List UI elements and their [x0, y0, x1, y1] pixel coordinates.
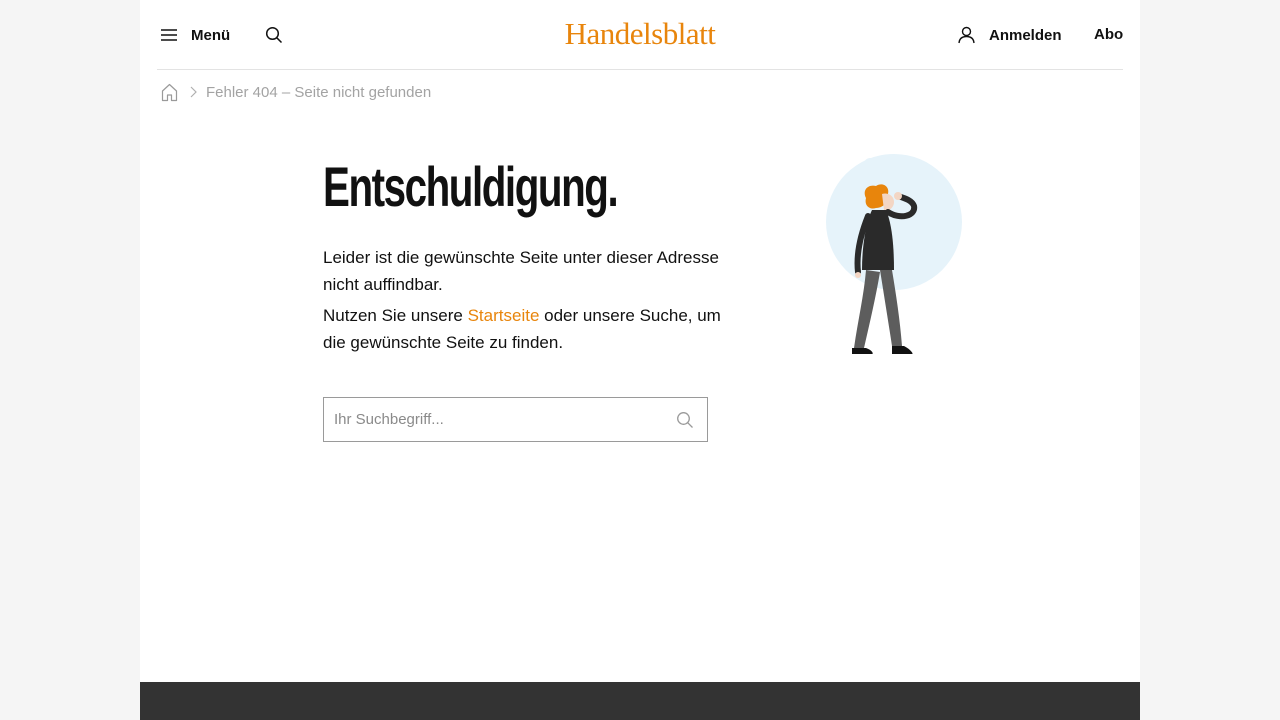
footer: [140, 682, 1140, 720]
search-box: [323, 397, 708, 442]
error-text-2: Nutzen Sie unsere Startseite oder unsere…: [323, 302, 723, 356]
login-label: Anmelden: [989, 26, 1062, 44]
menu-label: Menü: [191, 26, 231, 44]
header-divider: [157, 69, 1123, 70]
login-button[interactable]: Anmelden: [958, 22, 1062, 48]
site-header: Menü Handelsblatt Anmelden Abo: [140, 0, 1140, 70]
home-icon[interactable]: [161, 83, 178, 102]
error-message: Leider ist die gewünschte Seite unter di…: [323, 244, 723, 360]
startseite-link[interactable]: Startseite: [468, 306, 540, 325]
abo-link[interactable]: Abo: [1094, 26, 1123, 43]
error-text-1: Leider ist die gewünschte Seite unter di…: [323, 248, 719, 294]
page-title: Entschuldigung.: [323, 155, 619, 218]
error-text-2-before: Nutzen Sie unsere: [323, 306, 468, 325]
breadcrumb-current: Fehler 404 – Seite nicht gefunden: [206, 83, 432, 101]
breadcrumb: Fehler 404 – Seite nicht gefunden: [161, 82, 431, 102]
handelsblatt-logo[interactable]: Handelsblatt: [540, 14, 740, 54]
page-container: Menü Handelsblatt Anmelden Abo Fehler 40…: [140, 0, 1140, 682]
confused-person-illustration: [826, 154, 962, 354]
search-icon[interactable]: [265, 26, 283, 44]
search-submit-icon[interactable]: [676, 411, 694, 429]
user-icon: [958, 26, 975, 44]
chevron-right-icon: [190, 86, 197, 98]
hamburger-icon: [161, 29, 177, 41]
menu-button[interactable]: Menü: [160, 22, 230, 48]
search-input[interactable]: [334, 398, 664, 441]
